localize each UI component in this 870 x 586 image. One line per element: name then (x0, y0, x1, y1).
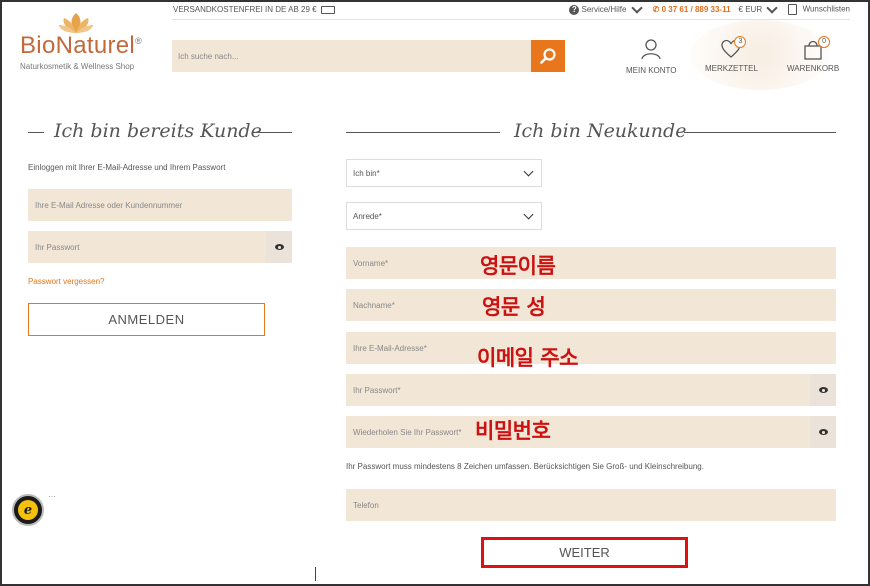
annotation-lastname: 영문 성 (482, 295, 546, 319)
header-divider (172, 19, 850, 20)
cart-count-badge: 0 (818, 36, 831, 48)
phone-icon: ✆ (652, 5, 660, 14)
wishlists-label: Wunschlisten (802, 4, 850, 14)
annotation-firstname: 영문이름 (480, 254, 556, 278)
annotation-email: 이메일 주소 (477, 346, 578, 370)
eye-icon (274, 244, 284, 250)
service-label: Service/Hilfe (581, 4, 627, 14)
currency-label: € EUR (738, 5, 763, 14)
register-password-field[interactable]: Ihr Passwort* (346, 374, 836, 406)
continue-button[interactable]: WEITER (481, 537, 688, 568)
trusted-shops-badge[interactable]: e ··· (10, 492, 56, 528)
show-password-toggle[interactable] (266, 231, 292, 263)
firstname-field[interactable]: Vorname* (346, 247, 836, 279)
eye-icon (818, 429, 828, 435)
chevron-down-icon (630, 1, 643, 14)
login-password-placeholder: Ihr Passwort (35, 243, 80, 252)
customer-type-select[interactable]: Ich bin* (346, 159, 542, 187)
lastname-placeholder: Nachname* (353, 301, 395, 310)
search-input[interactable] (172, 40, 502, 72)
login-password-field[interactable]: Ihr Passwort (28, 231, 292, 263)
lastname-field[interactable]: Nachname* (346, 289, 836, 321)
forgot-password-link[interactable]: Passwort vergessen? (28, 277, 104, 286)
logo-tagline: Naturkosmetik & Wellness Shop (20, 62, 135, 71)
show-password-toggle[interactable] (810, 374, 836, 406)
chevron-down-icon (523, 166, 534, 177)
cart-label: WARENKORB (787, 64, 840, 73)
chevron-down-icon (766, 2, 778, 14)
shipping-text: VERSANDKOSTENFREI IN DE AB 29 € (173, 5, 317, 14)
register-title-text: Ich bin Neukunde (514, 120, 687, 142)
login-email-field[interactable]: Ihre E-Mail Adresse oder Kundennummer (28, 189, 292, 221)
phone-link[interactable]: ✆ 0 37 61 / 889 33-11 (653, 5, 731, 14)
logo-flower-icon (59, 13, 93, 33)
help-icon: ? (569, 4, 580, 15)
login-button[interactable]: ANMELDEN (28, 303, 265, 336)
customer-type-value: Ich bin* (353, 169, 380, 178)
account-label: MEIN KONTO (626, 66, 677, 75)
wishlist-label: MERKZETTEL (705, 64, 758, 73)
logo-brandname: BioNaturel® (20, 32, 142, 59)
trust-seal-icon: e (12, 494, 44, 526)
show-password-toggle[interactable] (810, 416, 836, 448)
top-bar-links: ? Service/Hilfe ✆ 0 37 61 / 889 33-11 € … (569, 1, 850, 15)
currency-switcher[interactable]: € EUR (738, 2, 781, 14)
text-cursor (315, 567, 316, 581)
title-line-left (28, 132, 44, 133)
search-button[interactable] (531, 40, 565, 72)
register-email-field[interactable]: Ihre E-Mail-Adresse* (346, 332, 836, 364)
service-menu[interactable]: ? Service/Hilfe (569, 1, 644, 15)
password-hint: Ihr Passwort muss mindestens 8 Zeichen u… (346, 462, 704, 471)
top-bar: VERSANDKOSTENFREI IN DE AB 29 € ? Servic… (173, 1, 850, 18)
login-title-text: Ich bin bereits Kunde (54, 120, 262, 142)
title-line-left (346, 132, 500, 133)
register-password-placeholder: Ihr Passwort* (353, 386, 401, 395)
more-dots-icon: ··· (48, 492, 56, 501)
truck-icon (320, 5, 335, 14)
search-icon (540, 48, 556, 64)
account-link[interactable]: MEIN KONTO (626, 38, 677, 75)
register-email-placeholder: Ihre E-Mail-Adresse* (353, 344, 427, 353)
eye-icon (818, 387, 828, 393)
password-repeat-placeholder: Wiederholen Sie Ihr Passwort* (353, 428, 462, 437)
shipping-info: VERSANDKOSTENFREI IN DE AB 29 € (173, 5, 335, 14)
register-password-repeat-field[interactable]: Wiederholen Sie Ihr Passwort* (346, 416, 836, 448)
login-email-placeholder: Ihre E-Mail Adresse oder Kundennummer (35, 201, 183, 210)
login-hint: Einloggen mit Ihrer E-Mail-Adresse und I… (28, 163, 226, 172)
user-icon (641, 39, 661, 60)
search-bar (172, 40, 565, 72)
phone-field[interactable]: Telefon (346, 489, 836, 521)
firstname-placeholder: Vorname* (353, 259, 389, 268)
wishlist-link[interactable]: 3 MERKZETTEL (705, 36, 758, 73)
title-line-right (254, 132, 292, 133)
salutation-select[interactable]: Anrede* (346, 202, 542, 230)
title-line-right (684, 132, 836, 133)
phone-placeholder: Telefon (353, 501, 379, 510)
wishlists-link[interactable]: Wunschlisten (788, 4, 850, 15)
annotation-password: 비밀번호 (475, 419, 551, 443)
phone-number: 0 37 61 / 889 33-11 (661, 5, 731, 14)
cart-link[interactable]: 0 WARENKORB (787, 36, 840, 73)
wishlist-count-badge: 3 (734, 36, 747, 48)
salutation-value: Anrede* (353, 212, 382, 221)
list-icon (788, 4, 798, 15)
chevron-down-icon (523, 209, 534, 220)
